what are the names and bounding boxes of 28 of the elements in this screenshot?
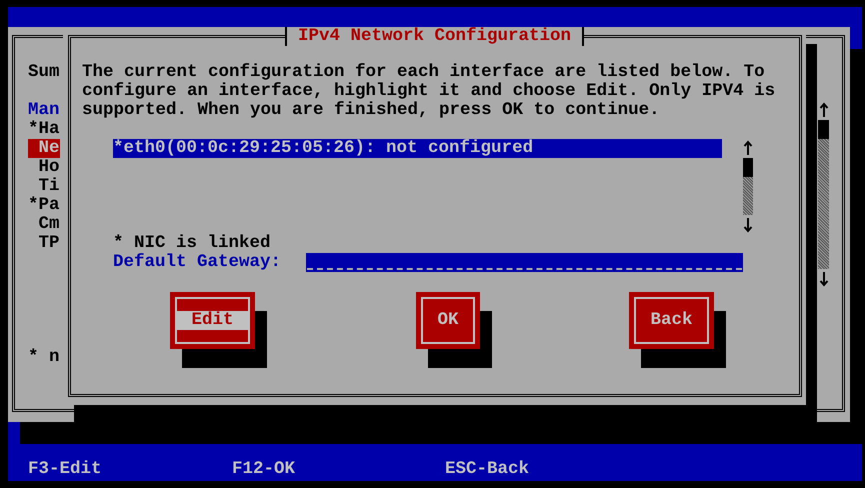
menu-item[interactable]: Ne	[28, 139, 60, 158]
gateway-field[interactable]	[306, 253, 743, 272]
scrollbar-thumb[interactable]	[818, 120, 829, 139]
shortcut-hint: ESC-Back	[445, 460, 530, 479]
menu-item[interactable]: Ti	[28, 177, 60, 196]
down-arrow-icon	[743, 215, 753, 234]
interface-row[interactable]: *eth0(00:0c:29:25:05:26): not configured	[113, 139, 722, 158]
heading-text: Sum	[28, 63, 60, 82]
menu-item[interactable]: *Ha	[28, 120, 60, 139]
message-text: The current configuration for each interface are listed below. To configure an interface, highlight it and choose Edit. Only IPV4 is supported. When you are finished, press OK to continue.	[82, 63, 776, 120]
menu-item[interactable]: *Pa	[28, 196, 60, 215]
shortcut-hint: F3-Edit	[28, 460, 103, 479]
gateway-label: Default Gateway:	[113, 253, 282, 272]
menu-item[interactable]: Ho	[28, 158, 60, 177]
dialog-button[interactable]: OK	[416, 292, 480, 349]
dialog-button[interactable]: Edit	[170, 292, 255, 349]
shortcut-hint: F12-OK	[232, 460, 296, 479]
menu-item[interactable]: Cm	[28, 215, 60, 234]
dialog-title: IPv4 Network Configuration	[298, 26, 572, 46]
up-arrow-icon[interactable]	[818, 101, 828, 120]
menu-item[interactable]: TP	[28, 234, 60, 253]
section-label: Man	[28, 101, 60, 120]
footnote-text: * n	[28, 348, 60, 367]
scrollbar-thumb[interactable]	[743, 158, 753, 177]
dialog-button[interactable]: Back	[629, 292, 714, 349]
up-arrow-icon[interactable]	[743, 139, 753, 158]
down-arrow-icon	[818, 269, 828, 288]
legend-text: * NIC is linked	[113, 233, 271, 253]
